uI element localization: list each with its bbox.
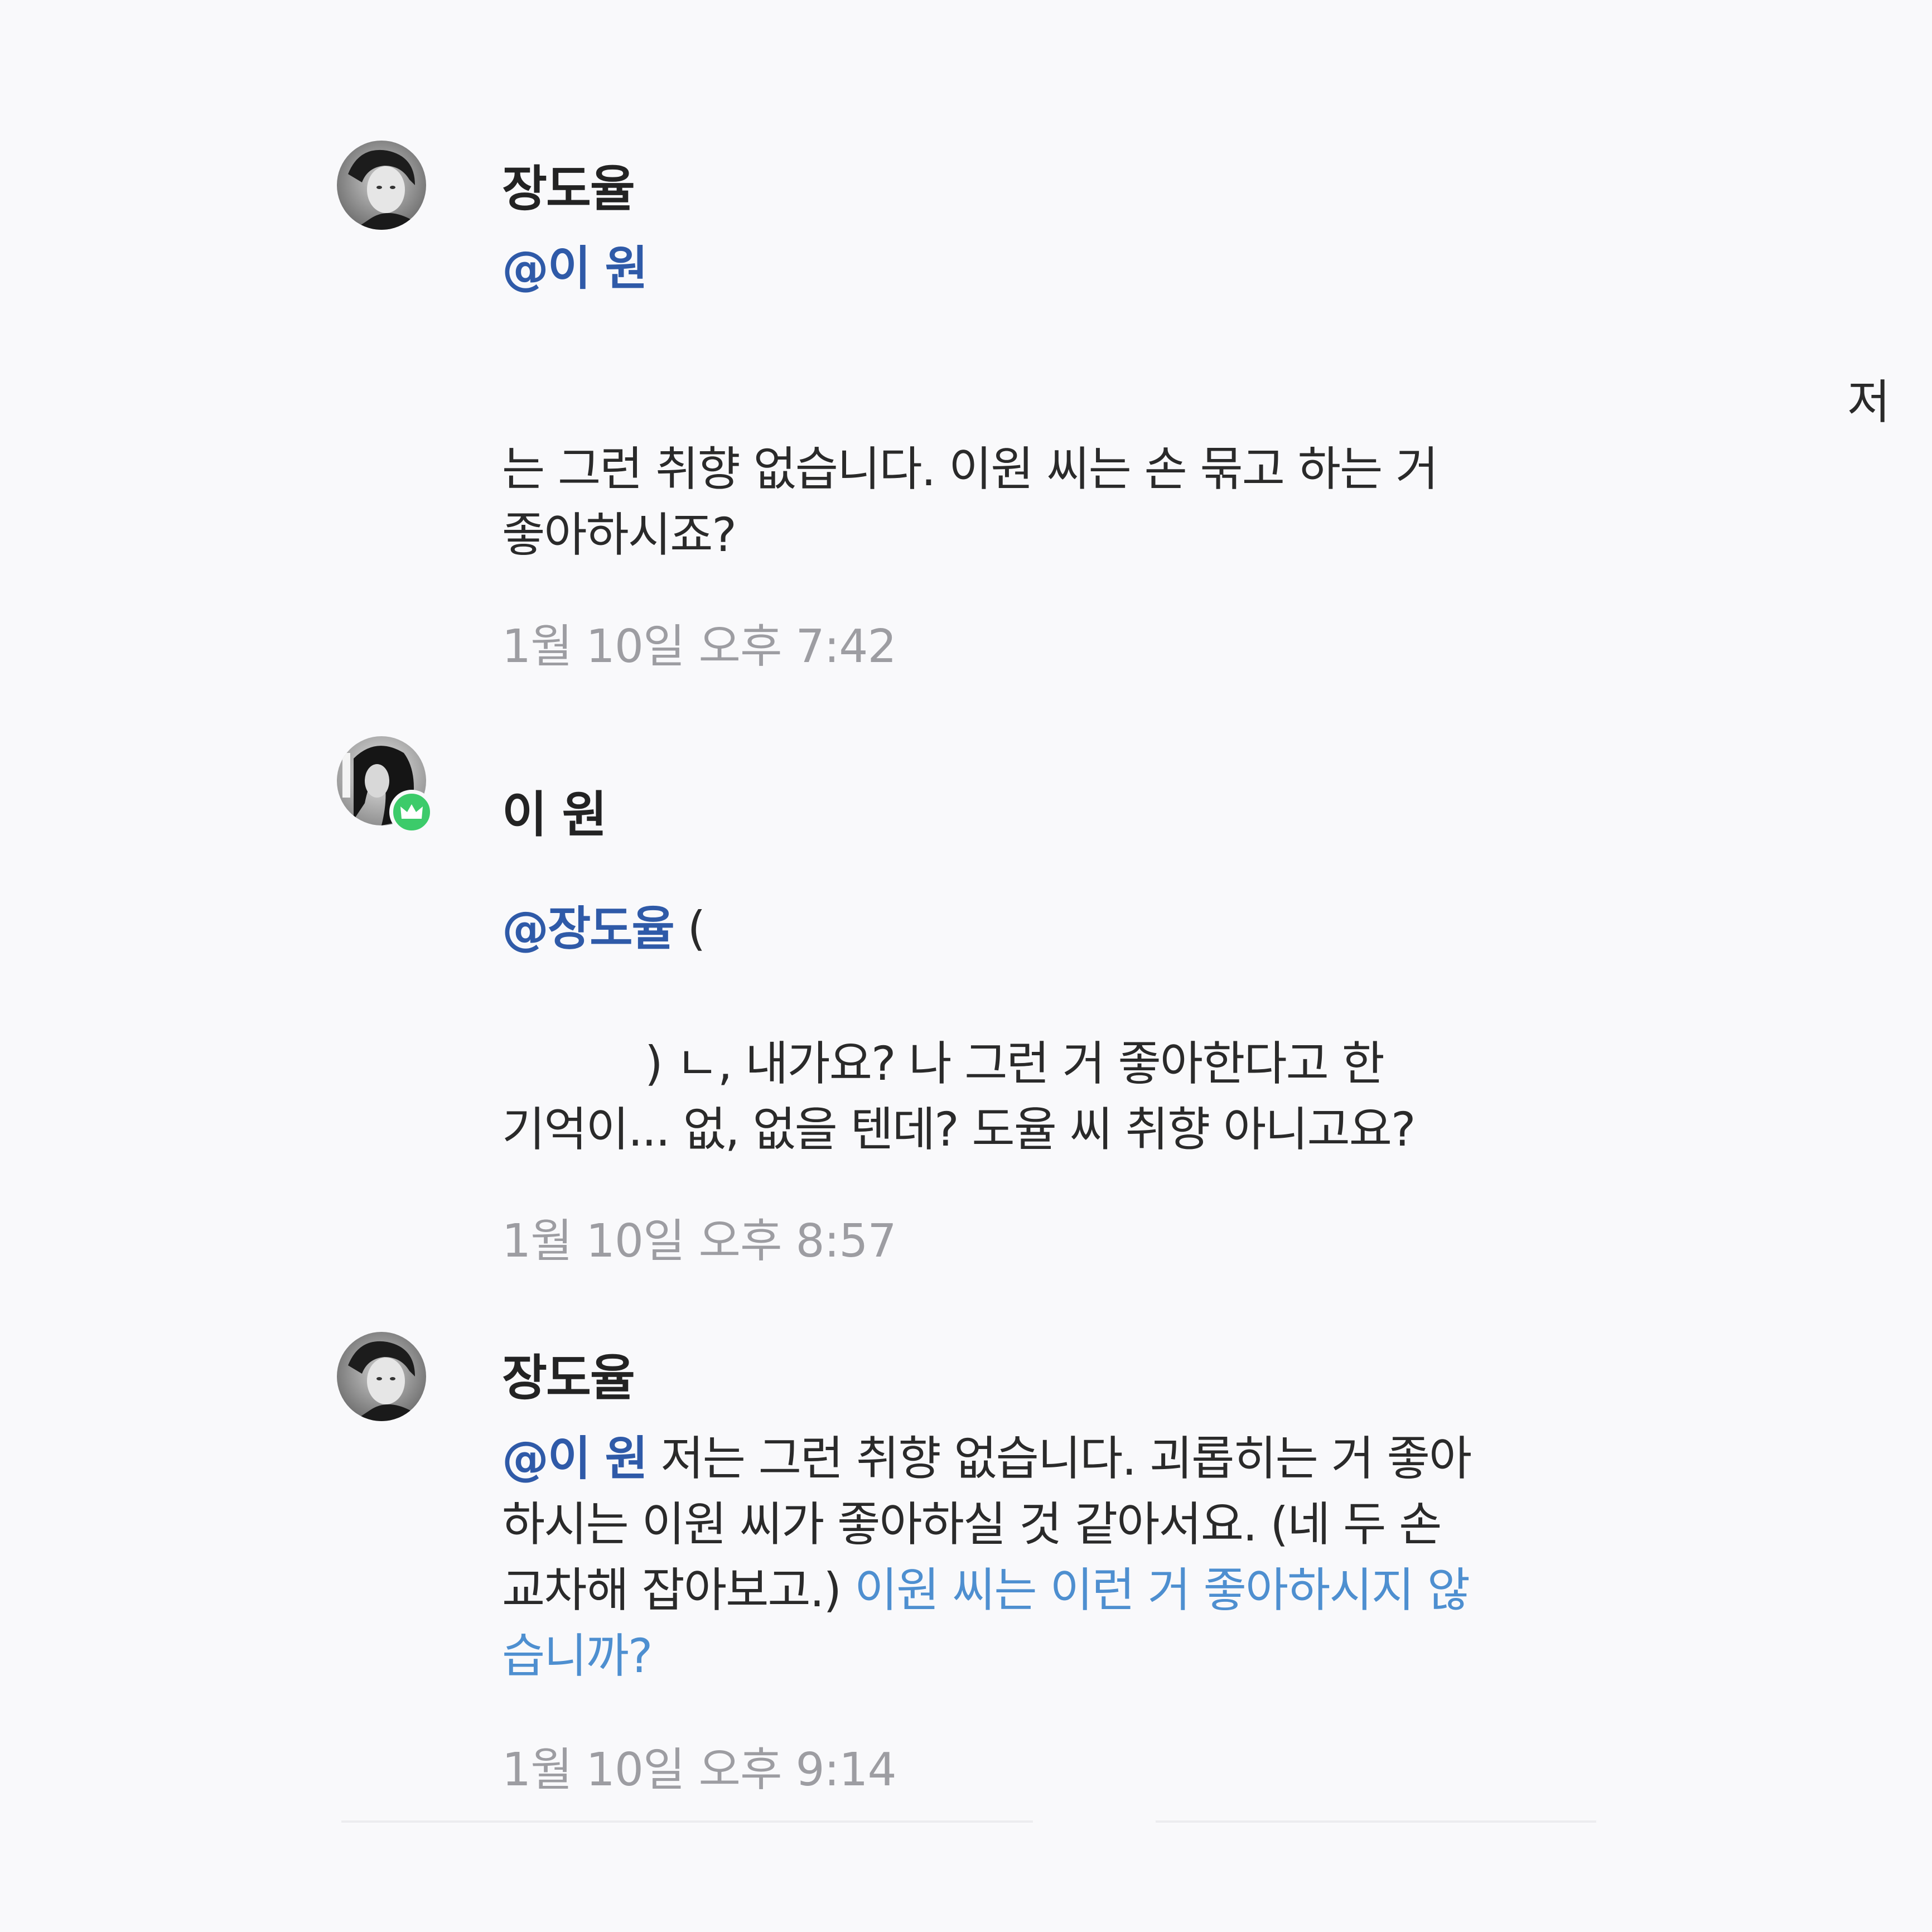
message-text-line: 하시는 이원 씨가 좋아하실 것 같아서요. (네 두 손	[502, 1497, 1442, 1552]
crown-icon	[400, 804, 423, 819]
avatar-photo	[337, 1332, 426, 1421]
message-text-body: 기억이... 없, 없을 텐데? 도율 씨 취향 아니고요?	[502, 1097, 1539, 1162]
sender-name: 장도율	[502, 160, 635, 218]
crown-badge	[389, 790, 434, 834]
message-timestamp: 1월 10일 오후 7:42	[502, 620, 897, 673]
mention-link[interactable]: @이 원	[502, 241, 648, 296]
avatar-photo	[337, 141, 426, 230]
mention-link[interactable]: @이 원	[502, 1431, 648, 1486]
message-text-line: 저	[1847, 369, 1890, 435]
mention-link[interactable]: @장도율	[502, 901, 675, 956]
message-text-line: 기억이... 없, 없을 텐데? 도율 씨 취향 아니고요?	[502, 1102, 1416, 1157]
message-text-line: @이 원 저는 그런 취향 없습니다. 괴롭히는 거 좋아	[502, 1426, 1539, 1491]
message-timestamp: 1월 10일 오후 8:57	[502, 1215, 897, 1268]
avatar-jangdoyul[interactable]	[337, 1332, 426, 1421]
sender-name: 이 원	[502, 786, 607, 843]
message-text-line: ) ㄴ, 내가요? 나 그런 거 좋아한다고 한	[645, 1036, 1385, 1091]
message-text-fragment: 저는 그런 취향 없습니다. 괴롭히는 거 좋아	[646, 1431, 1472, 1486]
highlighted-text[interactable]: 습니까?	[502, 1629, 653, 1683]
divider	[341, 1820, 1033, 1823]
message-text: @장도율 (	[502, 896, 1539, 962]
highlighted-text[interactable]: 이원 씨는 이런 거 좋아하시지 않	[854, 1563, 1470, 1617]
message-text: @이 원	[502, 235, 1539, 301]
divider	[1156, 1820, 1596, 1823]
message-text-fragment: 교차해 잡아보고.)	[502, 1563, 854, 1617]
message-text-body: 는 그런 취향 없습니다. 이원 씨는 손 묶고 하는 거 좋아하시죠?	[502, 436, 1539, 568]
message-text-line: 는 그런 취향 없습니다. 이원 씨는 손 묶고 하는 거	[502, 442, 1438, 496]
message-text-fragment: (	[673, 901, 706, 956]
message-text-line: 좋아하시죠?	[502, 508, 737, 562]
sender-name: 장도율	[502, 1349, 635, 1407]
message-text-line: 습니까?	[502, 1623, 1539, 1689]
message-timestamp: 1월 10일 오후 9:14	[502, 1743, 897, 1796]
message-text-body: ) ㄴ, 내가요? 나 그런 거 좋아한다고 한	[645, 1031, 1559, 1097]
avatar-jangdoyul[interactable]	[337, 141, 426, 230]
message-text-line: 교차해 잡아보고.) 이원 씨는 이런 거 좋아하시지 않	[502, 1557, 1539, 1623]
message-text-fragment: 저	[1847, 375, 1890, 429]
message-text-body: @이 원 저는 그런 취향 없습니다. 괴롭히는 거 좋아 하시는 이원 씨가 …	[502, 1426, 1539, 1689]
avatar-iwon[interactable]	[337, 736, 434, 834]
